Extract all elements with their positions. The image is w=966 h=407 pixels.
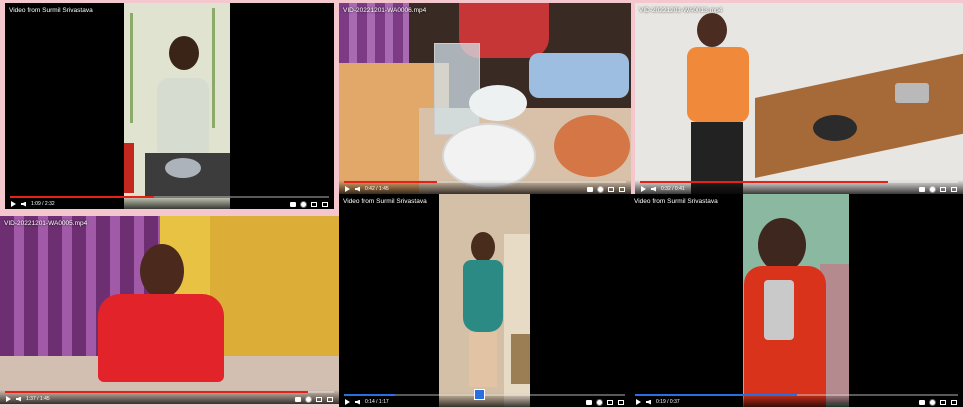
fullscreen-icon[interactable]	[951, 400, 957, 405]
video-controls-6: 0:19 / 0:37	[630, 393, 963, 407]
video-controls-1: 1:09 / 2:32	[5, 195, 334, 209]
time-display-1: 1:09 / 2:32	[31, 201, 55, 207]
video-frame-1	[5, 3, 334, 209]
progress-fill-1	[10, 196, 154, 198]
play-icon[interactable]	[11, 201, 16, 207]
time-display-4: 1:37 / 1:45	[26, 396, 50, 402]
video-controls-3: 0:32 / 0:41	[635, 180, 963, 194]
progress-bar-3[interactable]	[640, 181, 958, 183]
volume-icon[interactable]	[21, 201, 26, 207]
miniplayer-icon[interactable]	[311, 202, 317, 207]
video-tile-6[interactable]: Video from Surmil Srivastava 0:19 / 0:37	[630, 194, 963, 407]
settings-icon[interactable]	[598, 187, 603, 192]
volume-icon[interactable]	[355, 399, 360, 405]
video-frame-5	[339, 194, 630, 407]
video-title-2: VID-20221201-WA0006.mp4	[343, 7, 427, 14]
progress-fill-5	[344, 394, 395, 396]
resize-handle[interactable]	[474, 389, 485, 400]
video-tile-4[interactable]: VID-20221201-WA0005.mp4 1:37 / 1:45	[0, 216, 339, 404]
settings-icon[interactable]	[930, 187, 935, 192]
volume-icon[interactable]	[651, 186, 656, 192]
fullscreen-icon[interactable]	[327, 397, 333, 402]
video-tile-2[interactable]: VID-20221201-WA0006.mp4 0:42 / 1:45	[339, 3, 631, 194]
fullscreen-icon[interactable]	[322, 202, 328, 207]
progress-fill-6	[635, 394, 797, 396]
play-icon[interactable]	[641, 186, 646, 192]
settings-icon[interactable]	[306, 397, 311, 402]
miniplayer-icon[interactable]	[940, 187, 946, 192]
fullscreen-icon[interactable]	[618, 400, 624, 405]
settings-icon[interactable]	[301, 202, 306, 207]
video-frame-2	[339, 3, 631, 194]
time-display-5: 0:14 / 1:17	[365, 399, 389, 405]
time-display-6: 0:19 / 0:37	[656, 399, 680, 405]
video-title-4: VID-20221201-WA0005.mp4	[4, 220, 88, 227]
volume-icon[interactable]	[16, 396, 21, 402]
video-frame-6	[630, 194, 963, 407]
captions-icon[interactable]	[586, 400, 592, 405]
play-icon[interactable]	[345, 186, 350, 192]
time-display-2: 0:42 / 1:45	[365, 186, 389, 192]
time-display-3: 0:32 / 0:41	[661, 186, 685, 192]
video-title-1: Video from Surmil Srivastava	[9, 7, 93, 14]
fullscreen-icon[interactable]	[951, 187, 957, 192]
video-tile-3[interactable]: VID-20221201-WA0013.mp4 0:32 / 0:41	[635, 3, 963, 194]
fullscreen-icon[interactable]	[619, 187, 625, 192]
captions-icon[interactable]	[295, 397, 301, 402]
progress-fill-2	[344, 181, 438, 183]
captions-icon[interactable]	[919, 187, 925, 192]
play-icon[interactable]	[636, 399, 641, 405]
video-tile-5[interactable]: Video from Surmil Srivastava 0:14 / 1:17	[339, 194, 630, 407]
captions-icon[interactable]	[919, 400, 925, 405]
video-controls-2: 0:42 / 1:45	[339, 180, 631, 194]
video-frame-4	[0, 216, 339, 404]
settings-icon[interactable]	[597, 400, 602, 405]
video-frame-3	[635, 3, 963, 194]
captions-icon[interactable]	[587, 187, 593, 192]
volume-icon[interactable]	[355, 186, 360, 192]
progress-bar-6[interactable]	[635, 394, 958, 396]
progress-fill-3	[640, 181, 889, 183]
settings-icon[interactable]	[930, 400, 935, 405]
progress-bar-4[interactable]	[5, 391, 334, 393]
progress-bar-2[interactable]	[344, 181, 626, 183]
miniplayer-icon[interactable]	[608, 187, 614, 192]
video-tile-1[interactable]: Video from Surmil Srivastava 1:09 / 2:32	[5, 3, 334, 209]
progress-bar-1[interactable]	[10, 196, 329, 198]
play-icon[interactable]	[6, 396, 11, 402]
video-title-5: Video from Surmil Srivastava	[343, 198, 427, 205]
miniplayer-icon[interactable]	[316, 397, 322, 402]
video-title-3: VID-20221201-WA0013.mp4	[639, 7, 723, 14]
progress-fill-4	[5, 391, 308, 393]
miniplayer-icon[interactable]	[607, 400, 613, 405]
video-title-6: Video from Surmil Srivastava	[634, 198, 718, 205]
volume-icon[interactable]	[646, 399, 651, 405]
miniplayer-icon[interactable]	[940, 400, 946, 405]
video-controls-4: 1:37 / 1:45	[0, 390, 339, 404]
captions-icon[interactable]	[290, 202, 296, 207]
play-icon[interactable]	[345, 399, 350, 405]
